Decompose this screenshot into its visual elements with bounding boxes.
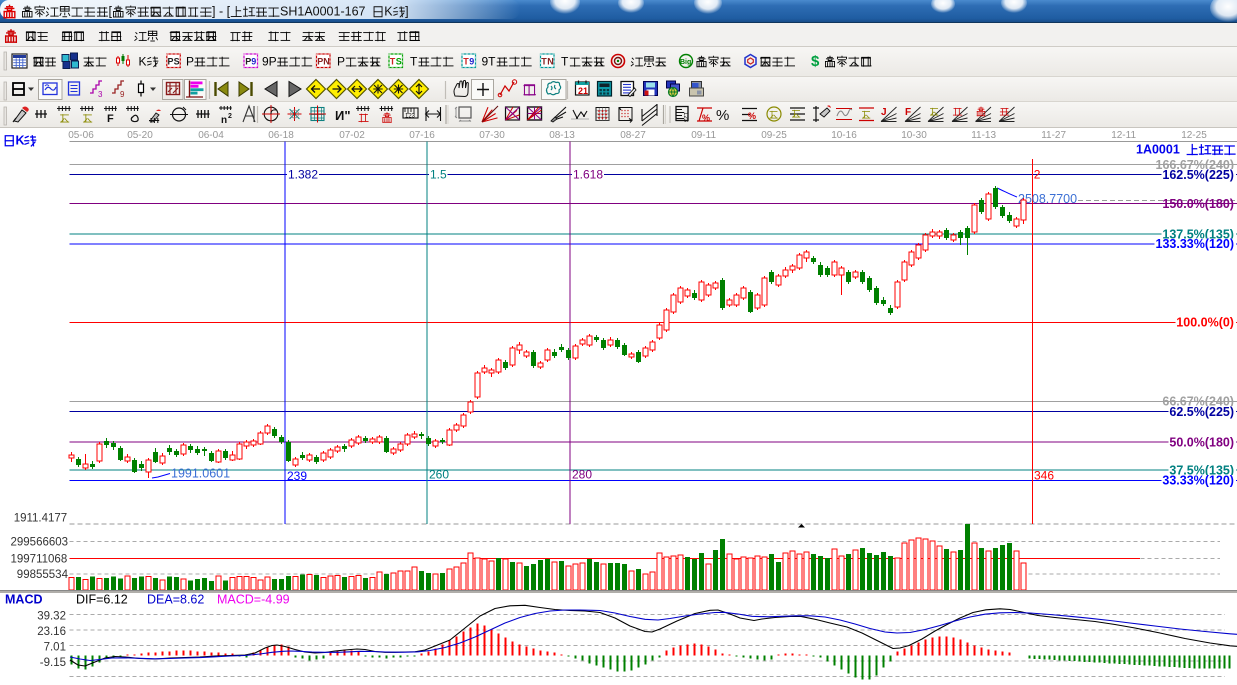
svg-text:%: %: [702, 113, 710, 123]
svg-text:9: 9: [120, 90, 125, 99]
svg-text:11-13: 11-13: [971, 130, 996, 141]
svg-text:39.32: 39.32: [37, 611, 66, 623]
svg-text:P: P: [186, 54, 194, 68]
svg-text:]: ]: [405, 4, 408, 18]
svg-text:199711068: 199711068: [11, 554, 68, 566]
svg-text:MACD: MACD: [5, 592, 43, 606]
svg-text:S: S: [174, 57, 180, 67]
svg-text:9: 9: [251, 57, 256, 67]
svg-text:S: S: [396, 57, 402, 67]
svg-text:K: K: [139, 54, 147, 68]
svg-text:150.0%(180): 150.0%(180): [1162, 197, 1234, 211]
svg-text:9T: 9T: [482, 54, 497, 68]
svg-text:MACD=-4.99: MACD=-4.99: [217, 592, 290, 606]
svg-text:N: N: [323, 57, 330, 67]
svg-text:346: 346: [1034, 468, 1054, 482]
svg-text:K: K: [384, 4, 393, 18]
svg-text:9: 9: [469, 57, 474, 67]
svg-text:] - [: ] - [: [212, 4, 231, 18]
svg-text:07-16: 07-16: [409, 130, 435, 141]
svg-text:1.382: 1.382: [288, 168, 318, 182]
svg-text:2: 2: [1034, 167, 1041, 181]
svg-text:-9.15: -9.15: [40, 657, 66, 669]
svg-text:239: 239: [287, 469, 307, 483]
svg-text:09-11: 09-11: [691, 130, 716, 141]
svg-text:7.01: 7.01: [44, 642, 66, 654]
svg-text:299566603: 299566603: [11, 537, 69, 549]
svg-text:21: 21: [578, 86, 588, 96]
svg-text:И": И": [335, 108, 351, 123]
svg-text:%: %: [748, 111, 756, 121]
svg-text:[: [: [109, 4, 113, 18]
svg-text:Big: Big: [680, 59, 691, 66]
svg-text:05-20: 05-20: [127, 130, 153, 141]
svg-text:100.0%(0): 100.0%(0): [1176, 316, 1234, 330]
svg-text:%: %: [716, 107, 729, 124]
svg-text:10-30: 10-30: [901, 130, 927, 141]
svg-text:2: 2: [228, 113, 232, 120]
svg-text:1.618: 1.618: [573, 168, 603, 182]
svg-text:DEA=8.62: DEA=8.62: [147, 592, 204, 606]
svg-text:1911.4177: 1911.4177: [14, 513, 68, 525]
svg-text:260: 260: [429, 467, 449, 481]
svg-text:99855534: 99855534: [17, 569, 69, 581]
svg-text:162.5%(225): 162.5%(225): [1162, 168, 1234, 182]
svg-text:133.33%(120): 133.33%(120): [1156, 237, 1235, 251]
svg-text:1.5: 1.5: [430, 168, 447, 182]
svg-text:1A0001: 1A0001: [1136, 142, 1180, 156]
svg-text:3: 3: [98, 90, 103, 99]
svg-text:23.16: 23.16: [37, 626, 66, 638]
svg-text:09-25: 09-25: [761, 130, 787, 141]
svg-text:11-27: 11-27: [1041, 130, 1066, 141]
svg-text:9P: 9P: [262, 54, 277, 68]
svg-text:P: P: [337, 54, 345, 68]
svg-text:1991.0601: 1991.0601: [171, 467, 230, 481]
svg-text:2508.7700: 2508.7700: [1018, 192, 1077, 206]
svg-text:F: F: [905, 107, 911, 118]
svg-text:$: $: [811, 53, 820, 70]
svg-text:N: N: [547, 57, 554, 67]
svg-text:50.0%(180): 50.0%(180): [1169, 435, 1234, 449]
svg-text:06-04: 06-04: [198, 130, 224, 141]
svg-text:06-18: 06-18: [268, 130, 294, 141]
svg-text:62.5%(225): 62.5%(225): [1169, 405, 1234, 419]
svg-text:07-30: 07-30: [479, 130, 505, 141]
svg-text:T: T: [561, 54, 569, 68]
svg-text:123: 123: [405, 114, 416, 120]
svg-text:T: T: [410, 54, 418, 68]
svg-text:280: 280: [572, 467, 592, 481]
svg-text:K: K: [16, 133, 25, 147]
svg-text:33.33%(120): 33.33%(120): [1162, 474, 1234, 488]
svg-text:12-25: 12-25: [1181, 130, 1207, 141]
svg-text:T: T: [390, 57, 396, 67]
svg-text:07-02: 07-02: [339, 130, 365, 141]
svg-text:12-11: 12-11: [1111, 130, 1136, 141]
svg-text:DIF=6.12: DIF=6.12: [76, 592, 128, 606]
svg-text:123: 123: [682, 112, 688, 123]
svg-text:J: J: [881, 107, 887, 118]
svg-text:10-16: 10-16: [831, 130, 857, 141]
svg-text:05-06: 05-06: [68, 130, 94, 141]
svg-text:08-27: 08-27: [620, 130, 646, 141]
svg-text:F: F: [107, 113, 114, 125]
svg-text:SH1A0001-167: SH1A0001-167: [280, 4, 366, 18]
svg-text:08-13: 08-13: [549, 130, 575, 141]
svg-text:n: n: [221, 115, 227, 126]
